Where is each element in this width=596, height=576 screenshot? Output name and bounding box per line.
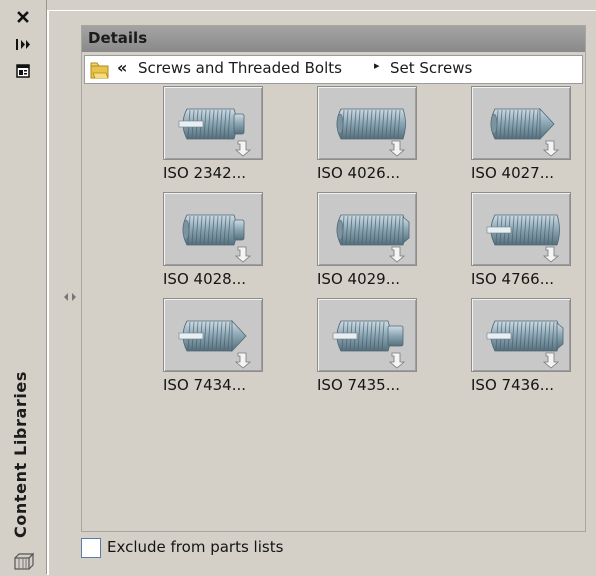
part-tile[interactable]: ISO 7435... <box>295 298 435 402</box>
auto-hide-icon <box>16 39 30 50</box>
part-tile[interactable]: ISO 2342... <box>141 86 281 190</box>
close-button[interactable] <box>10 10 36 28</box>
properties-icon <box>16 64 30 78</box>
part-tile[interactable]: ISO 4027... <box>449 86 589 190</box>
folder-icon <box>89 60 111 80</box>
socket-set-screw-cup-point-icon[interactable] <box>317 192 417 266</box>
breadcrumb-item-screws-and-threaded-bolts[interactable]: Screws and Threaded Bolts <box>138 59 342 77</box>
part-tile[interactable]: ISO 4029... <box>295 192 435 296</box>
part-label: ISO 4766... <box>471 270 554 288</box>
breadcrumb-item-set-screws[interactable]: Set Screws <box>390 59 472 77</box>
part-label: ISO 4026... <box>317 164 400 182</box>
part-tile[interactable]: ISO 4026... <box>295 86 435 190</box>
content-library-icon <box>12 552 35 572</box>
breadcrumb-separator-icon[interactable]: ▸ <box>374 59 380 72</box>
part-tile[interactable]: ISO 4028... <box>141 192 281 296</box>
slotted-set-screw-flat-point-icon[interactable] <box>471 192 571 266</box>
slotted-set-screw-cone-point-icon[interactable] <box>163 298 263 372</box>
palette-body: Details « Screws and Threaded Bolts ▸ Se… <box>47 10 596 575</box>
part-tile[interactable]: ISO 4766... <box>449 192 589 296</box>
parts-grid: ISO 2342... ISO 4026... ISO 4027... ISO 402… <box>82 86 585 426</box>
panel-splitter[interactable] <box>63 289 77 303</box>
socket-set-screw-flat-point-icon[interactable] <box>317 86 417 160</box>
part-label: ISO 7436... <box>471 376 554 394</box>
details-header: Details <box>82 26 585 52</box>
socket-set-screw-dog-point-icon[interactable] <box>163 192 263 266</box>
exclude-label: Exclude from parts lists <box>107 538 284 556</box>
part-label: ISO 4027... <box>471 164 554 182</box>
properties-button[interactable] <box>10 62 36 80</box>
splitter-arrows-icon <box>64 293 76 301</box>
details-title: Details <box>88 29 148 47</box>
slotted-set-screw-dog-point-icon[interactable] <box>163 86 263 160</box>
details-panel: Details « Screws and Threaded Bolts ▸ Se… <box>81 25 586 532</box>
part-label: ISO 4028... <box>163 270 246 288</box>
content-libraries-palette: Content Libraries Details « Screws and T… <box>0 0 596 575</box>
part-label: ISO 4029... <box>317 270 400 288</box>
palette-title: Content Libraries <box>11 370 30 538</box>
breadcrumb: « Screws and Threaded Bolts ▸ Set Screws <box>84 55 583 84</box>
slotted-set-screw-long-dog-point-icon[interactable] <box>317 298 417 372</box>
part-tile[interactable]: ISO 7434... <box>141 298 281 402</box>
exclude-checkbox[interactable] <box>81 538 101 558</box>
part-label: ISO 7434... <box>163 376 246 394</box>
part-label: ISO 7435... <box>317 376 400 394</box>
close-icon <box>17 11 29 23</box>
auto-hide-button[interactable] <box>10 36 36 54</box>
slotted-set-screw-cup-point-icon[interactable] <box>471 298 571 372</box>
part-label: ISO 2342... <box>163 164 246 182</box>
palette-title-bar: Content Libraries <box>0 0 47 574</box>
part-tile[interactable]: ISO 7436... <box>449 298 589 402</box>
exclude-from-parts-lists-option[interactable]: Exclude from parts lists <box>81 538 341 560</box>
socket-set-screw-cone-point-icon[interactable] <box>471 86 571 160</box>
breadcrumb-back-button[interactable]: « <box>117 58 127 77</box>
